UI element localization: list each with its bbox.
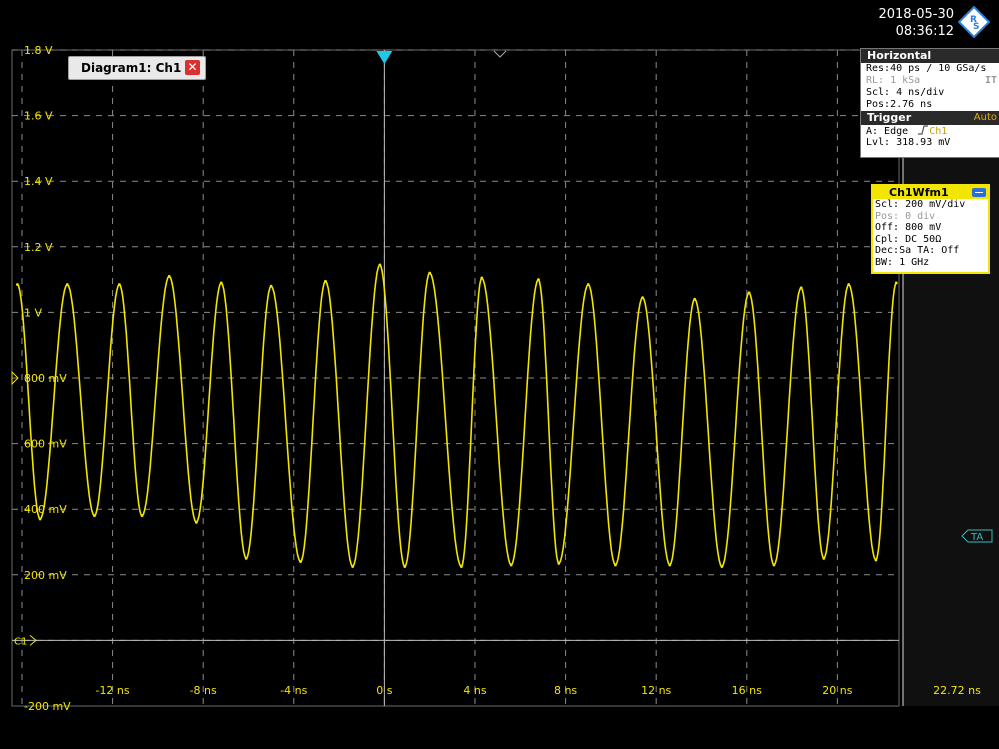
x-tick-label: 16 ns [732, 684, 762, 697]
horizontal-trigger-panel[interactable]: Horizontal Res:40 ps / 10 GSa/s RL: 1 kS… [860, 48, 999, 158]
waveform-point [894, 281, 898, 285]
waveform-point [668, 563, 672, 567]
waveform-point [93, 514, 96, 518]
waveform-point [140, 514, 144, 518]
waveform-point [557, 561, 561, 565]
oscilloscope-display[interactable]: 1.8 V 1.6 V 1.4 V 1.2 V 1 V 800 mV 600 mV 400 m… [0, 0, 999, 749]
waveform-point [459, 565, 463, 568]
trigger-level-readout[interactable]: Lvl: 318.93 mV [861, 137, 999, 149]
trigger-mode[interactable]: Auto [974, 111, 997, 125]
time-scale-readout[interactable]: Scl: 4 ns/div [861, 87, 999, 99]
record-length-readout[interactable]: RL: 1 kSa IT [861, 75, 999, 87]
x-right-label: 22.72 ns [933, 684, 981, 697]
waveform-point [378, 263, 382, 267]
trigger-source-readout[interactable]: A: Edge Ch1 [861, 125, 999, 137]
waveform-point [269, 284, 273, 288]
waveform-point [244, 557, 248, 560]
position-readout[interactable]: Pos:2.76 ns [861, 99, 999, 111]
x-tick-label: 4 ns [463, 684, 486, 697]
ta-marker-label: TA [970, 532, 983, 543]
trigger-source-text: A: Edge [866, 126, 909, 137]
waveform-point [509, 563, 513, 567]
channel-bandwidth[interactable]: BW: 1 GHz [873, 257, 988, 269]
channel-info-box[interactable]: Ch1Wfm1 Scl: 200 mV/div Pos: 0 div Off: … [871, 184, 990, 274]
x-tick-label: -12 ns [95, 684, 129, 697]
y-tick-label: 1.8 V [24, 44, 53, 57]
waveform-point [351, 565, 355, 568]
record-length-text: RL: 1 kSa [866, 75, 921, 86]
waveform-point [747, 291, 751, 295]
waveform-point [772, 563, 776, 567]
y-tick-label: 200 mV [24, 569, 67, 582]
waveform-point [117, 283, 121, 286]
waveform-point [720, 565, 724, 568]
waveform-point [641, 296, 644, 300]
horizontal-header: Horizontal [861, 49, 999, 63]
waveform-point [614, 563, 617, 567]
waveform-point [822, 557, 826, 560]
channel-decimation[interactable]: Dec:Sa TA: Off [873, 245, 988, 257]
rohde-schwarz-logo-icon: R S [958, 6, 990, 38]
x-tick-label: -8 ns [190, 684, 217, 697]
y-tick-label: 600 mV [24, 438, 67, 451]
waveform-point [586, 283, 590, 286]
channel-coupling[interactable]: Cpl: DC 50Ω [873, 234, 988, 246]
rising-edge-icon [918, 125, 929, 135]
time-readout: 08:36:12 [895, 24, 954, 39]
waveform-point [403, 565, 407, 568]
x-tick-label: 20 ns [822, 684, 852, 697]
close-icon[interactable]: ✕ [185, 60, 200, 75]
y-tick-label: 400 mV [24, 503, 67, 516]
waveform-point [847, 283, 851, 286]
waveform-point [537, 278, 540, 281]
diagram-tab-label: Diagram1: Ch1 [81, 61, 182, 75]
waveform-point [324, 279, 327, 283]
resolution-readout[interactable]: Res:40 ps / 10 GSa/s [861, 63, 999, 75]
trigger-channel: Ch1 [929, 126, 948, 137]
mode-badge: IT [984, 75, 997, 86]
channel-position[interactable]: Pos: 0 div [873, 211, 988, 223]
waveform-point [38, 517, 42, 521]
diagram-tab[interactable]: Diagram1: Ch1 ✕ [68, 56, 206, 80]
waveform-point [428, 271, 432, 275]
y-tick-label: 1.6 V [24, 110, 53, 123]
waveform-point [167, 274, 171, 278]
trigger-title: Trigger [867, 111, 912, 124]
x-tick-label: -4 ns [280, 684, 307, 697]
x-tick-label: 0 s [376, 684, 392, 697]
y-tick-label: 1.2 V [24, 241, 53, 254]
waveform-point [874, 558, 878, 562]
waveform-point [16, 283, 19, 286]
horizontal-title: Horizontal [867, 49, 932, 62]
trigger-header: Trigger Auto [861, 111, 999, 125]
y-tick-label: -200 mV [24, 700, 71, 713]
minimize-icon[interactable] [972, 188, 986, 197]
y-tick-label: 1 V [24, 306, 42, 319]
waveform-point [799, 286, 803, 290]
channel-marker-label: C1 [14, 636, 27, 647]
y-tick-label: 1.4 V [24, 175, 53, 188]
waveform-point [299, 560, 302, 564]
x-tick-label: 8 ns [554, 684, 577, 697]
waveform-point [693, 297, 697, 301]
channel-title-text: Ch1Wfm1 [889, 186, 949, 199]
svg-text:S: S [973, 22, 979, 32]
date-readout: 2018-05-30 [878, 7, 954, 22]
channel-scale[interactable]: Scl: 200 mV/div [873, 199, 988, 211]
waveform-point [65, 283, 69, 286]
channel-title: Ch1Wfm1 [873, 186, 988, 199]
waveform-point [480, 276, 484, 280]
x-tick-label: 12 ns [641, 684, 671, 697]
y-tick-label: 800 mV [24, 372, 67, 385]
waveform-point [219, 281, 223, 285]
channel-offset[interactable]: Off: 800 mV [873, 222, 988, 234]
waveform-point [194, 520, 198, 524]
